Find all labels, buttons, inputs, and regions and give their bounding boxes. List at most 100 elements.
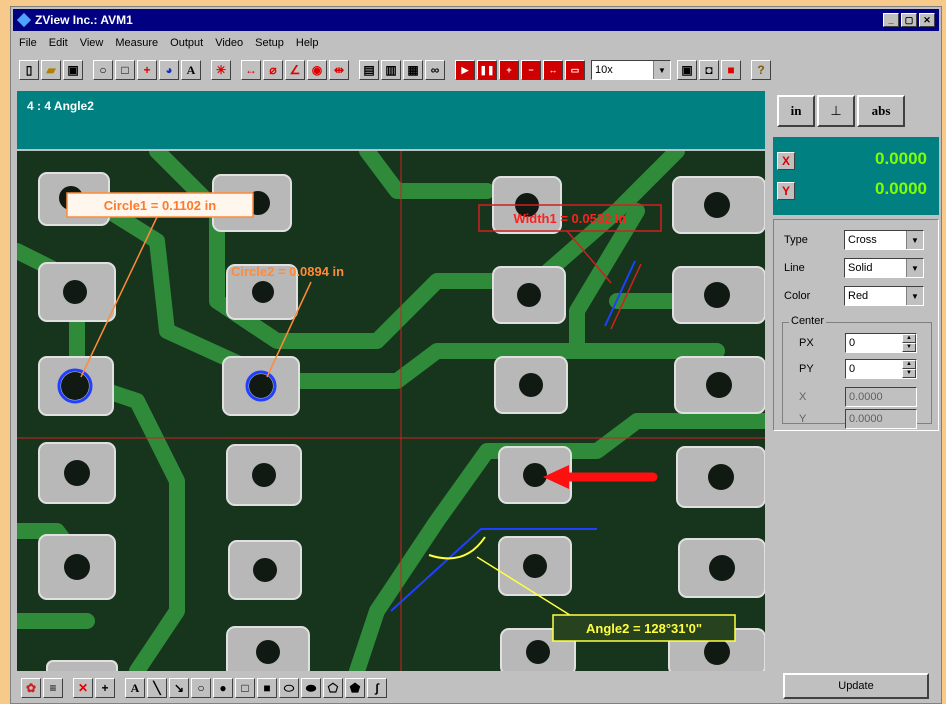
text-draw-icon[interactable]: A xyxy=(125,678,145,698)
filled-rectangle-icon[interactable]: ■ xyxy=(257,678,277,698)
menu-view[interactable]: View xyxy=(74,37,110,49)
menu-setup[interactable]: Setup xyxy=(249,37,290,49)
help-icon[interactable]: ? xyxy=(751,60,771,80)
rectangle-draw-icon[interactable]: □ xyxy=(235,678,255,698)
color-select[interactable]: Red ▼ xyxy=(844,286,924,306)
delete-icon[interactable]: ✕ xyxy=(73,678,93,698)
stop-icon[interactable]: ■ xyxy=(721,60,741,80)
minimize-button[interactable]: _ xyxy=(883,13,899,27)
fit-icon[interactable]: ▭ xyxy=(565,60,585,80)
link-icon[interactable]: ∞ xyxy=(425,60,445,80)
menu-bar: File Edit View Measure Output Video Setu… xyxy=(13,33,325,53)
app-icon xyxy=(17,13,31,27)
chevron-down-icon[interactable]: ▼ xyxy=(906,259,923,277)
zoom-select[interactable]: 10x ▼ xyxy=(591,60,671,80)
open-folder-icon[interactable]: ▰ xyxy=(41,60,61,80)
update-button[interactable]: Update xyxy=(783,673,929,699)
save-icon[interactable]: ▣ xyxy=(63,60,83,80)
crosshair-properties: Type Cross ▼ Line Solid ▼ Color Red ▼ Ce… xyxy=(773,219,939,431)
type-label: Type xyxy=(784,234,808,246)
line-label: Line xyxy=(784,262,805,274)
px-input[interactable]: 0 ▲ ▼ xyxy=(845,333,917,353)
camera-view[interactable]: Circle1 = 0.1102 in Circle2 = 0.0894 in … xyxy=(17,151,765,671)
measurement-info-bar: 4 : 4 Angle2 xyxy=(17,91,765,149)
point-icon[interactable]: ✳ xyxy=(211,60,231,80)
document-icon[interactable]: ▤ xyxy=(359,60,379,80)
ellipse-draw-icon[interactable]: ⬭ xyxy=(279,678,299,698)
line-draw-icon[interactable]: ╲ xyxy=(147,678,167,698)
py-label: PY xyxy=(799,363,814,375)
units-inch-button[interactable]: in xyxy=(777,95,815,127)
color-palette-icon[interactable]: ✿ xyxy=(21,678,41,698)
camera-icon[interactable]: ◘ xyxy=(699,60,719,80)
close-button[interactable]: ✕ xyxy=(919,13,935,27)
absolute-mode-button[interactable]: abs xyxy=(857,95,905,127)
line-select[interactable]: Solid ▼ xyxy=(844,258,924,278)
text-tool-icon[interactable]: A xyxy=(181,60,201,80)
x-coord-label: X xyxy=(777,152,795,170)
menu-help[interactable]: Help xyxy=(290,37,325,49)
px-label: PX xyxy=(799,337,814,349)
chevron-down-icon[interactable]: ▼ xyxy=(906,231,923,249)
width-icon[interactable]: ⇹ xyxy=(329,60,349,80)
zoom-out-icon[interactable]: − xyxy=(521,60,541,80)
menu-file[interactable]: File xyxy=(13,37,43,49)
app-window: ZView Inc.: AVM1 _ ▢ ✕ File Edit View Me… xyxy=(10,6,942,704)
copy-icon[interactable]: ▥ xyxy=(381,60,401,80)
py-value: 0 xyxy=(849,363,856,375)
distance-icon[interactable]: ↔ xyxy=(241,60,261,80)
chevron-down-icon[interactable]: ▼ xyxy=(906,287,923,305)
filled-polygon-icon[interactable]: ⬟ xyxy=(345,678,365,698)
maximize-button[interactable]: ▢ xyxy=(901,13,917,27)
select-rectangle-icon[interactable]: □ xyxy=(115,60,135,80)
menu-video[interactable]: Video xyxy=(209,37,249,49)
polygon-draw-icon[interactable]: ⬠ xyxy=(323,678,343,698)
type-value: Cross xyxy=(848,234,877,246)
cross-marker-icon[interactable]: + xyxy=(95,678,115,698)
freehand-icon[interactable]: ∫ xyxy=(367,678,387,698)
menu-edit[interactable]: Edit xyxy=(43,37,74,49)
diameter-icon[interactable]: ⌀ xyxy=(263,60,283,80)
crosshair-icon[interactable]: + xyxy=(137,60,157,80)
spin-up-icon[interactable]: ▲ xyxy=(902,360,916,369)
y-readonly-label: Y xyxy=(799,413,807,425)
zoom-icon[interactable]: ○ xyxy=(93,60,113,80)
arrow-draw-icon[interactable]: ↘ xyxy=(169,678,189,698)
py-input[interactable]: 0 ▲ ▼ xyxy=(845,359,917,379)
angle-icon[interactable]: ∠ xyxy=(285,60,305,80)
title-bar: ZView Inc.: AVM1 _ ▢ ✕ xyxy=(13,9,939,31)
new-file-icon[interactable]: ▯ xyxy=(19,60,39,80)
pause-icon[interactable]: ❚❚ xyxy=(477,60,497,80)
filled-circle-icon[interactable]: ● xyxy=(213,678,233,698)
x-coord-value: 0.0000 xyxy=(875,149,927,168)
window-title: ZView Inc.: AVM1 xyxy=(35,13,133,27)
circle2-label: Circle2 = 0.0894 in xyxy=(231,264,344,279)
line-value: Solid xyxy=(848,262,873,274)
circle-draw-icon[interactable]: ○ xyxy=(191,678,211,698)
filled-ellipse-icon[interactable]: ⬬ xyxy=(301,678,321,698)
x-readonly-label: X xyxy=(799,391,807,403)
axis-icon[interactable]: ⊥ xyxy=(817,95,855,127)
color-label: Color xyxy=(784,290,811,302)
print-icon[interactable]: ▦ xyxy=(403,60,423,80)
spin-up-icon[interactable]: ▲ xyxy=(902,334,916,343)
right-panel: in ⊥ abs X 0.0000 Y 0.0000 Type Cross ▼ xyxy=(769,91,941,701)
capture-icon[interactable]: ▣ xyxy=(677,60,697,80)
main-toolbar: ▯ ▰ ▣ ○ □ + ◕ A ✳ ↔ ⌀ ∠ ◉ ⇹ ▤ ▥ ▦ ∞ ▶ ❚❚… xyxy=(13,55,939,85)
zoom-value: 10x xyxy=(595,64,613,76)
chevron-down-icon[interactable]: ▼ xyxy=(653,61,670,79)
line-style-icon[interactable]: ≡ xyxy=(43,678,63,698)
fit-width-icon[interactable]: ↔ xyxy=(543,60,563,80)
center-group: Center PX 0 ▲ ▼ PY 0 ▲ ▼ X 0.0000 Y 0.00… xyxy=(782,315,932,429)
circle-measure-icon[interactable]: ◉ xyxy=(307,60,327,80)
zoom-in-icon[interactable]: + xyxy=(499,60,519,80)
menu-measure[interactable]: Measure xyxy=(109,37,164,49)
play-icon[interactable]: ▶ xyxy=(455,60,475,80)
px-value: 0 xyxy=(849,337,856,349)
type-select[interactable]: Cross ▼ xyxy=(844,230,924,250)
spin-down-icon[interactable]: ▼ xyxy=(902,343,916,352)
palette-icon[interactable]: ◕ xyxy=(159,60,179,80)
circle1-label: Circle1 = 0.1102 in xyxy=(104,198,216,213)
menu-output[interactable]: Output xyxy=(164,37,209,49)
spin-down-icon[interactable]: ▼ xyxy=(902,369,916,378)
